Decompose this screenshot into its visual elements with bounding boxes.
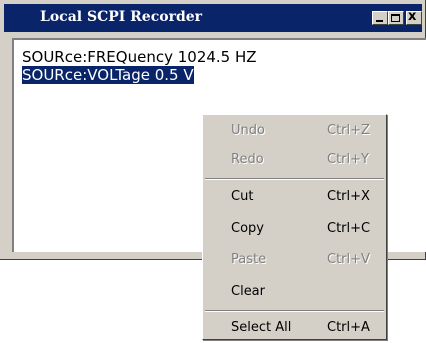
maximize-button[interactable]: [388, 11, 404, 25]
minimize-icon: [376, 20, 383, 22]
close-button[interactable]: x: [406, 9, 422, 25]
menu-item-shortcut: Ctrl+Z: [327, 123, 370, 138]
menu-item-redo[interactable]: Redo Ctrl+Y: [205, 146, 384, 174]
minimize-button[interactable]: [372, 11, 388, 25]
menu-item-clear[interactable]: Clear: [205, 278, 384, 306]
menu-item-label: Select All: [231, 320, 292, 335]
title-bar[interactable]: Local SCPI Recorder x: [4, 4, 422, 32]
menu-separator: [205, 178, 384, 180]
menu-item-undo[interactable]: Undo Ctrl+Z: [205, 117, 384, 145]
menu-item-paste[interactable]: Paste Ctrl+V: [205, 246, 384, 274]
menu-item-copy[interactable]: Copy Ctrl+C: [205, 215, 384, 243]
menu-item-shortcut: Ctrl+V: [327, 252, 370, 267]
close-icon: x: [408, 9, 417, 24]
maximize-icon: [391, 14, 400, 22]
menu-item-shortcut: Ctrl+X: [327, 189, 370, 204]
text-line-selected: SOURce:VOLTage 0.5 V: [22, 66, 194, 84]
line-text: SOURce:FREQuency 1024.5 HZ: [22, 48, 257, 66]
menu-item-shortcut: Ctrl+C: [327, 221, 371, 236]
menu-item-cut[interactable]: Cut Ctrl+X: [205, 183, 384, 211]
selected-text: SOURce:VOLTage 0.5 V: [22, 66, 194, 84]
menu-item-select-all[interactable]: Select All Ctrl+A: [205, 314, 384, 342]
menu-item-label: Cut: [231, 189, 254, 204]
menu-item-shortcut: Ctrl+A: [327, 320, 370, 335]
menu-item-label: Redo: [231, 152, 264, 167]
menu-item-label: Copy: [231, 221, 264, 236]
window-title: Local SCPI Recorder: [40, 9, 203, 25]
menu-item-label: Undo: [231, 123, 265, 138]
text-line: SOURce:FREQuency 1024.5 HZ: [22, 48, 257, 66]
context-menu: Undo Ctrl+Z Redo Ctrl+Y Cut Ctrl+X Copy …: [202, 114, 387, 340]
menu-item-label: Paste: [231, 252, 267, 267]
menu-separator: [205, 310, 384, 312]
menu-item-label: Clear: [231, 284, 265, 299]
menu-item-shortcut: Ctrl+Y: [327, 152, 369, 167]
